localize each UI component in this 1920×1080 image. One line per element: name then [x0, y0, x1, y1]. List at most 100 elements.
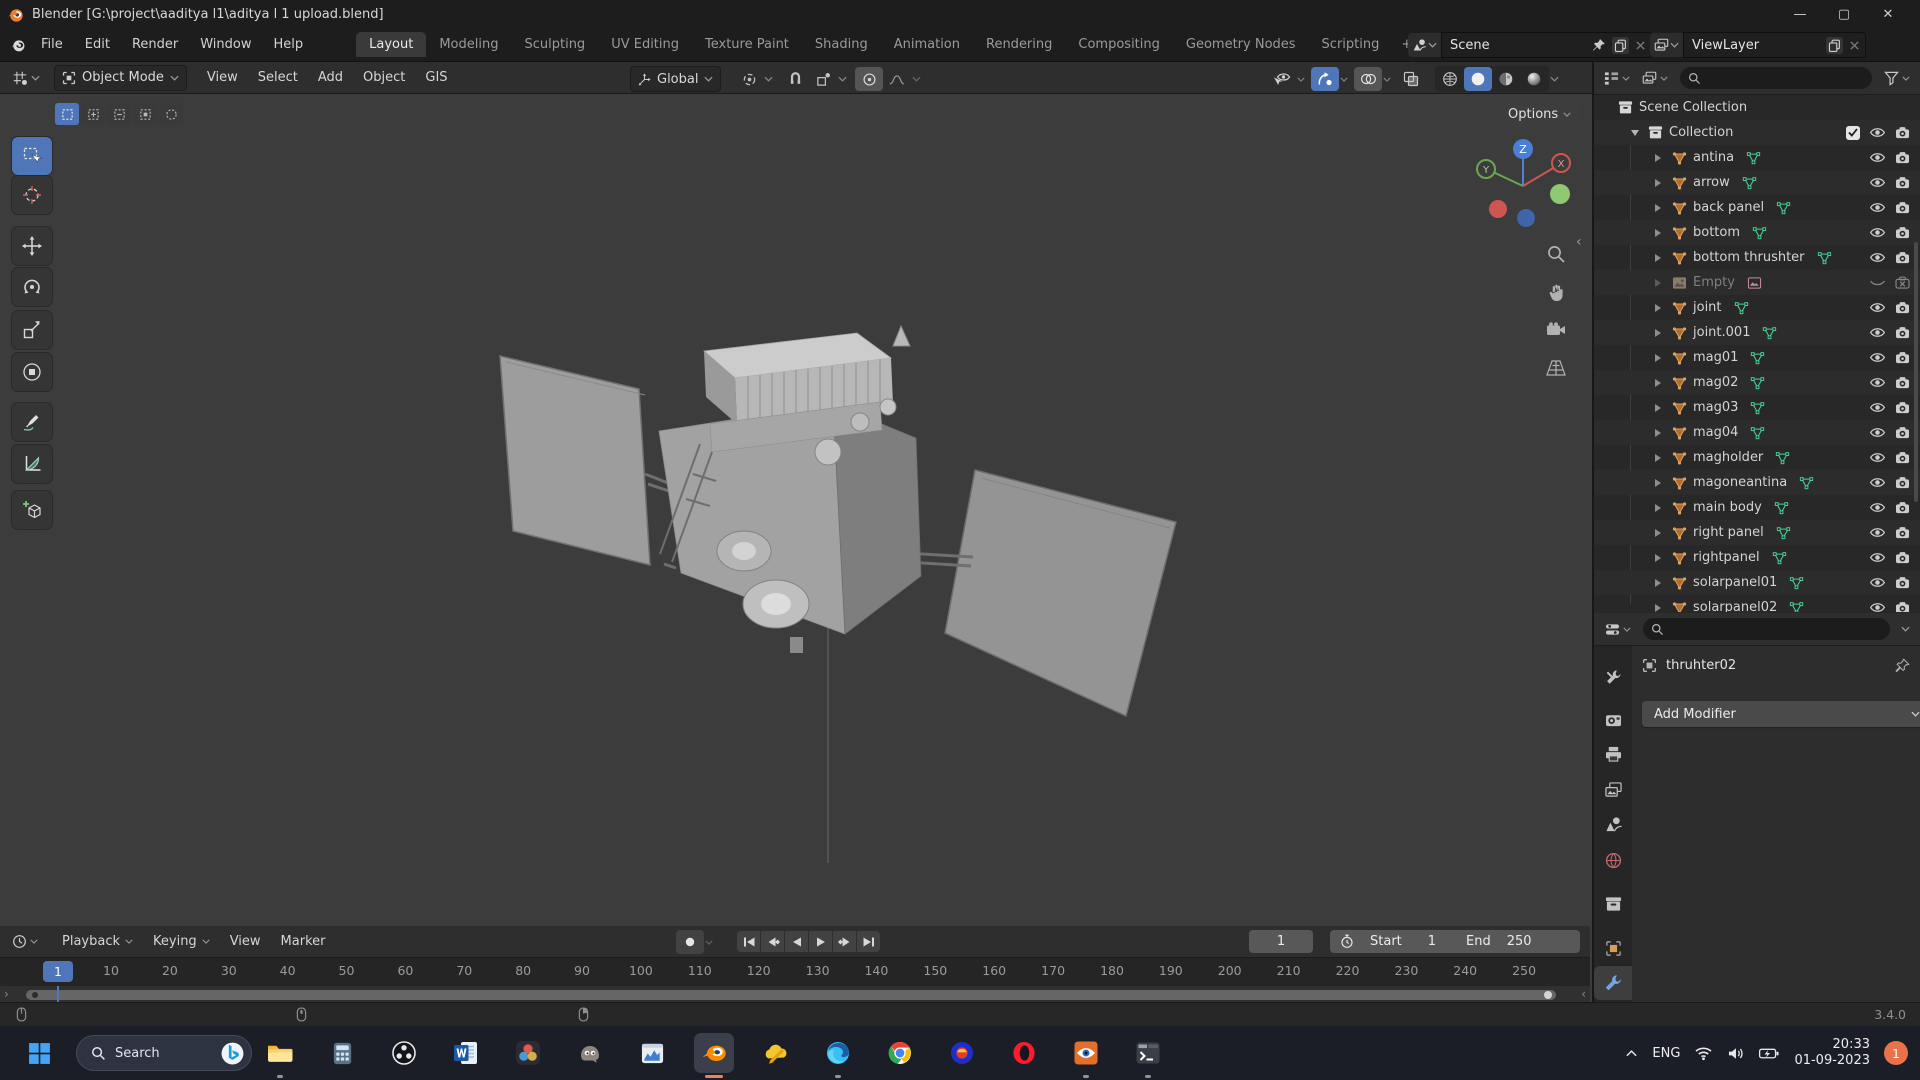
object-name[interactable]: bottom: [1693, 225, 1740, 240]
tab-sculpting[interactable]: Sculpting: [511, 32, 598, 57]
select-mode-extend-button[interactable]: [81, 103, 105, 125]
timeline-menu-keying[interactable]: Keying: [143, 934, 220, 949]
eye-icon[interactable]: [1869, 252, 1886, 263]
tool-cursor-button[interactable]: [12, 176, 52, 214]
eye-icon[interactable]: [1869, 602, 1886, 612]
camera-view-icon[interactable]: [1542, 316, 1570, 344]
properties-editor-type-button[interactable]: [1599, 619, 1637, 640]
camera-visibility-icon[interactable]: [1895, 601, 1910, 612]
properties-tab-object[interactable]: [1594, 931, 1632, 965]
taskbar-app-word[interactable]: [446, 1033, 486, 1073]
select-mode-intersect-button[interactable]: [159, 103, 183, 125]
pin-icon[interactable]: [1592, 38, 1606, 52]
jump-to-end-button[interactable]: [857, 931, 880, 952]
chevron-down-icon[interactable]: [1297, 77, 1305, 82]
chevron-down-icon[interactable]: [1340, 77, 1348, 82]
tab-animation[interactable]: Animation: [881, 32, 973, 57]
tool-scale-button[interactable]: [12, 311, 52, 349]
disclosure-right-icon[interactable]: [1654, 478, 1662, 488]
camera-visibility-icon[interactable]: [1895, 401, 1910, 414]
language-indicator[interactable]: ENG: [1652, 1046, 1680, 1061]
tab-uv-editing[interactable]: UV Editing: [598, 32, 692, 57]
object-name[interactable]: solarpanel02: [1693, 600, 1777, 612]
outliner-row[interactable]: arrow: [1594, 170, 1920, 195]
properties-tab-collection[interactable]: [1594, 887, 1632, 921]
disclosure-right-icon[interactable]: [1654, 253, 1662, 263]
disclosure-right-icon[interactable]: [1654, 378, 1662, 388]
camera-visibility-icon[interactable]: [1895, 551, 1910, 564]
taskbar-app-opera[interactable]: [1004, 1033, 1044, 1073]
previous-keyframe-button[interactable]: [761, 931, 784, 952]
stopwatch-icon[interactable]: [1340, 934, 1354, 949]
outliner-row[interactable]: mag03: [1594, 395, 1920, 420]
taskbar-app-file-explorer[interactable]: [260, 1033, 300, 1078]
viewport-menu-select[interactable]: Select: [248, 70, 308, 85]
current-frame-field[interactable]: 1: [1249, 930, 1313, 953]
taskbar-app-obs-studio[interactable]: [384, 1033, 424, 1073]
disclosure-right-icon[interactable]: [1654, 428, 1662, 438]
gizmos-toggle[interactable]: [1311, 67, 1339, 91]
disclosure-right-icon[interactable]: [1654, 578, 1662, 588]
viewport-menu-add[interactable]: Add: [308, 70, 353, 85]
viewport-3d[interactable]: Options Z Y X ‹: [0, 94, 1590, 925]
eye-icon[interactable]: [1869, 327, 1886, 338]
visibility-toggle[interactable]: [1268, 67, 1296, 91]
outliner-row[interactable]: antina: [1594, 145, 1920, 170]
chevron-down-icon[interactable]: [764, 76, 774, 82]
eye-icon[interactable]: [1869, 527, 1886, 538]
start-value[interactable]: 1: [1428, 934, 1436, 949]
new-scene-button[interactable]: [1612, 36, 1629, 54]
eye-icon[interactable]: [1869, 402, 1886, 413]
properties-search-input[interactable]: [1643, 618, 1890, 640]
scene-name[interactable]: Scene: [1450, 38, 1586, 53]
eye-icon[interactable]: [1869, 502, 1886, 513]
eye-icon[interactable]: [1869, 302, 1886, 313]
taskbar-clock[interactable]: 20:33 01-09-2023: [1794, 1037, 1870, 1070]
viewport-menu-view[interactable]: View: [197, 70, 248, 85]
view-layer-browse-button[interactable]: [1650, 33, 1683, 57]
snap-magnet-toggle[interactable]: [781, 67, 809, 91]
tool-transform-button[interactable]: [12, 353, 52, 391]
view-layer-name[interactable]: ViewLayer: [1692, 38, 1820, 53]
pan-hand-icon[interactable]: [1542, 278, 1570, 306]
add-modifier-button[interactable]: Add Modifier: [1642, 701, 1920, 727]
outliner-search-input[interactable]: [1680, 67, 1872, 89]
taskbar-app-faststone[interactable]: [1066, 1033, 1106, 1078]
outliner-row[interactable]: joint: [1594, 295, 1920, 320]
properties-tab-tool[interactable]: [1594, 660, 1632, 694]
play-button[interactable]: [809, 931, 832, 952]
outliner-row[interactable]: Empty: [1594, 270, 1920, 295]
camera-visibility-icon[interactable]: [1895, 226, 1910, 239]
eye-icon[interactable]: [1869, 177, 1886, 188]
tool-move-button[interactable]: [12, 227, 52, 265]
outliner-row[interactable]: right panel: [1594, 520, 1920, 545]
camera-visibility-icon[interactable]: [1895, 301, 1910, 314]
taskbar-app-terminal[interactable]: [1128, 1033, 1168, 1078]
remove-view-layer-icon[interactable]: [1849, 40, 1860, 51]
sidebar-collapse-arrow[interactable]: ‹: [1576, 234, 1582, 250]
editor-type-button[interactable]: [6, 67, 46, 89]
tool-measure-button[interactable]: [12, 445, 52, 483]
tab-texture-paint[interactable]: Texture Paint: [692, 32, 802, 57]
new-view-layer-button[interactable]: [1826, 36, 1843, 54]
tool-select-box-button[interactable]: [12, 137, 52, 175]
scrollbar-end-handle[interactable]: [1544, 991, 1552, 999]
outliner-row[interactable]: Collection: [1594, 120, 1920, 145]
unlink-scene-icon[interactable]: [1635, 40, 1646, 51]
taskbar-app-task-manager[interactable]: [632, 1033, 672, 1073]
camera-visibility-icon[interactable]: [1895, 176, 1910, 189]
eye-icon[interactable]: [1869, 452, 1886, 463]
object-name[interactable]: solarpanel01: [1693, 575, 1777, 590]
disclosure-right-icon[interactable]: [1654, 303, 1662, 313]
taskbar-app-gimp[interactable]: [570, 1033, 610, 1073]
object-name[interactable]: back panel: [1693, 200, 1764, 215]
outliner-row[interactable]: bottom thrushter: [1594, 245, 1920, 270]
notification-badge[interactable]: 1: [1884, 1041, 1908, 1065]
outliner-row[interactable]: magholder: [1594, 445, 1920, 470]
chevron-down-icon[interactable]: [1896, 626, 1915, 632]
shading-material-preview-button[interactable]: [1492, 67, 1520, 91]
outliner-filter-type-button[interactable]: [1636, 68, 1674, 89]
camera-visibility-icon[interactable]: [1895, 126, 1910, 139]
eye-icon[interactable]: [1869, 352, 1886, 363]
transform-orientation-selector[interactable]: Global: [630, 66, 722, 92]
